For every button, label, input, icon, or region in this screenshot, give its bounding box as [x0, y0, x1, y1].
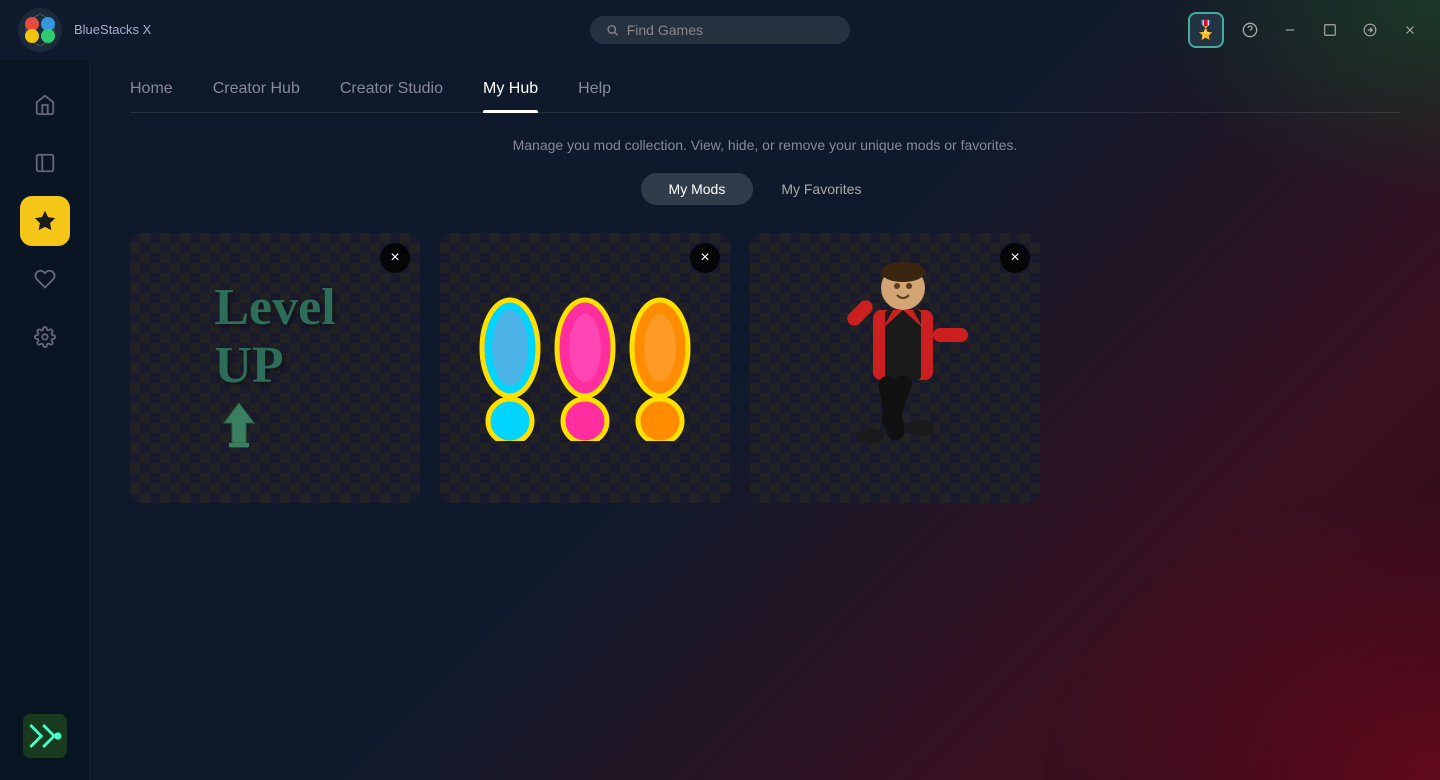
forward-button[interactable]	[1356, 16, 1384, 44]
colorful-shapes-content	[458, 276, 713, 461]
sidebar-item-settings[interactable]	[20, 312, 70, 362]
content-area: Home Creator Hub Creator Studio My Hub H…	[90, 60, 1440, 780]
person-content	[750, 233, 1040, 503]
help-button[interactable]	[1236, 16, 1264, 44]
mod-card-bg-1: LevelUP	[130, 233, 420, 503]
star-icon	[34, 210, 56, 232]
close-icon	[1403, 23, 1417, 37]
mod-card-bg-3	[750, 233, 1040, 503]
mod-card-2-close[interactable]: ×	[690, 243, 720, 273]
mod-card-1[interactable]: LevelUP ×	[130, 233, 420, 503]
sidebar-item-mods[interactable]	[20, 196, 70, 246]
heart-icon	[34, 268, 56, 290]
maximize-button[interactable]	[1316, 16, 1344, 44]
level-up-text: LevelUP	[214, 279, 335, 393]
arrow-up-icon	[214, 398, 264, 457]
maximize-icon	[1323, 23, 1337, 37]
forward-icon	[1363, 23, 1377, 37]
sub-tab-my-favorites[interactable]: My Favorites	[753, 173, 889, 205]
sidebar-bottom	[21, 712, 69, 760]
search-icon	[606, 23, 619, 37]
mod-card-2[interactable]: ×	[440, 233, 730, 503]
sidebar	[0, 60, 90, 780]
tab-home[interactable]: Home	[130, 80, 173, 112]
sidebar-item-favorites[interactable]	[20, 254, 70, 304]
mod-card-3[interactable]: ×	[750, 233, 1040, 503]
tab-my-hub[interactable]: My Hub	[483, 80, 538, 112]
titlebar: BlueStacks X 🎖️	[0, 0, 1440, 60]
bluestacks-logo	[16, 6, 64, 54]
shape-cyan	[478, 296, 543, 441]
mod-card-3-close[interactable]: ×	[1000, 243, 1030, 273]
tab-creator-hub[interactable]: Creator Hub	[213, 80, 300, 112]
level-up-content: LevelUP	[184, 249, 365, 486]
avatar[interactable]: 🎖️	[1188, 12, 1224, 48]
search-bar[interactable]	[590, 16, 850, 44]
titlebar-controls: 🎖️	[1188, 12, 1424, 48]
home-icon	[34, 94, 56, 116]
mod-card-1-close[interactable]: ×	[380, 243, 410, 273]
minimize-icon	[1283, 23, 1297, 37]
shape-orange	[628, 296, 693, 441]
help-icon	[1242, 22, 1258, 38]
shape-pink	[553, 296, 618, 441]
page-description: Manage you mod collection. View, hide, o…	[130, 137, 1400, 153]
settings-icon	[34, 326, 56, 348]
tab-help[interactable]: Help	[578, 80, 611, 112]
main-layout: Home Creator Hub Creator Studio My Hub H…	[0, 60, 1440, 780]
logo-area: BlueStacks X	[16, 6, 151, 54]
sidebar-item-home[interactable]	[20, 80, 70, 130]
mods-grid: LevelUP ×	[130, 233, 1400, 503]
search-input[interactable]	[627, 22, 834, 38]
tab-creator-studio[interactable]: Creator Studio	[340, 80, 443, 112]
library-icon	[34, 152, 56, 174]
app-name: BlueStacks X	[74, 22, 151, 38]
mod-card-bg-2	[440, 233, 730, 503]
sub-tabs: My Mods My Favorites	[130, 173, 1400, 205]
close-button[interactable]	[1396, 16, 1424, 44]
bsx-logo-bottom	[21, 712, 69, 760]
sidebar-item-library[interactable]	[20, 138, 70, 188]
person-svg	[815, 258, 975, 478]
sub-tab-my-mods[interactable]: My Mods	[641, 173, 754, 205]
minimize-button[interactable]	[1276, 16, 1304, 44]
nav-tabs: Home Creator Hub Creator Studio My Hub H…	[130, 60, 1400, 113]
